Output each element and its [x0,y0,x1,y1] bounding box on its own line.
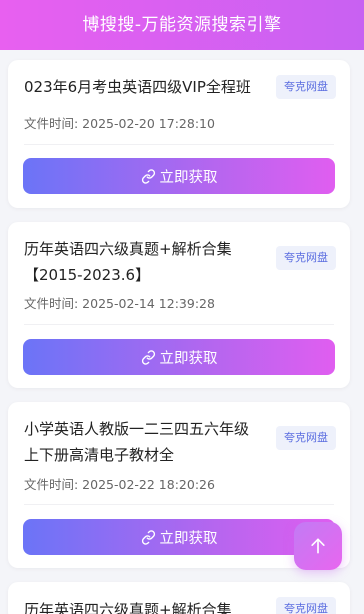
link-icon [141,168,155,184]
source-badge: 夸克网盘 [276,75,336,99]
file-time: 文件时间: 2025-02-20 17:28:10 [24,116,215,131]
page-title: 博搜搜-万能资源搜索引擎 [0,0,364,50]
source-badge: 夸克网盘 [276,246,336,270]
link-icon [141,349,155,365]
get-resource-button[interactable]: 立即获取 [23,519,335,555]
back-to-top-button[interactable] [294,522,342,570]
arrow-up-icon [311,538,325,554]
get-resource-label: 立即获取 [159,169,218,186]
list-item[interactable]: 023年6月考虫英语四级VIP全程班 夸克网盘 文件时间: 2025-02-20… [8,60,350,208]
result-title[interactable]: 历年英语四六级真题+解析合集【2015-2023.6】 [24,236,262,288]
link-icon [141,529,155,545]
divider [24,504,334,505]
file-time: 文件时间: 2025-02-22 18:20:26 [24,477,215,492]
result-title[interactable]: 历年英语四六级真题+解析合集 [24,597,262,614]
result-title[interactable]: 023年6月考虫英语四级VIP全程班 [24,74,262,100]
list-item[interactable]: 历年英语四六级真题+解析合集 夸克网盘 [8,582,350,614]
get-resource-label: 立即获取 [159,350,218,367]
get-resource-label: 立即获取 [159,530,218,547]
result-title[interactable]: 小学英语人教版一二三四五六年级上下册高清电子教材全 [24,416,262,468]
divider [24,324,334,325]
divider [24,144,334,145]
get-resource-button[interactable]: 立即获取 [23,158,335,194]
source-badge: 夸克网盘 [276,426,336,450]
list-item[interactable]: 历年英语四六级真题+解析合集【2015-2023.6】 夸克网盘 文件时间: 2… [8,222,350,388]
source-badge: 夸克网盘 [276,597,336,614]
get-resource-button[interactable]: 立即获取 [23,339,335,375]
file-time: 文件时间: 2025-02-14 12:39:28 [24,296,215,311]
